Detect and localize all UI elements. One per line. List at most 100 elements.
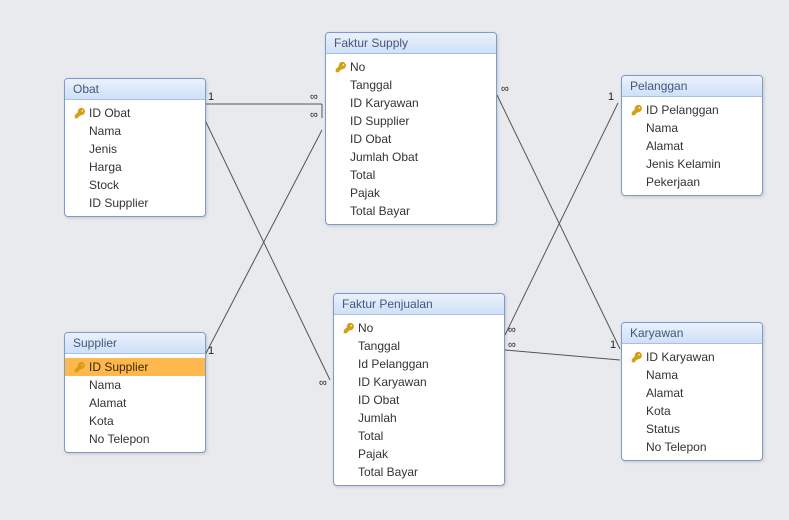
entity-faktur-penjualan[interactable]: Faktur Penjualan NoTanggal Id Pelanggan ID…: [333, 293, 505, 486]
cardinality-many: ∞: [319, 377, 327, 389]
entity-karyawan[interactable]: Karyawan ID KaryawanNamaAlamat KotaStatus…: [621, 322, 763, 461]
entity-field[interactable]: ID Obat: [65, 104, 205, 122]
field-label: Pekerjaan: [646, 174, 700, 190]
entity-field-list: ID Pelanggan Nama AlamatJenis KelaminPeker…: [622, 97, 762, 195]
entity-field[interactable]: Alamat: [622, 384, 762, 402]
entity-field[interactable]: No Telepon: [622, 438, 762, 456]
entity-field[interactable]: ID Supplier: [65, 194, 205, 212]
entity-field[interactable]: Total: [334, 427, 504, 445]
entity-field[interactable]: Id Pelanggan: [334, 355, 504, 373]
entity-field[interactable]: ID Karyawan: [326, 94, 496, 112]
entity-field[interactable]: Pajak: [326, 184, 496, 202]
entity-field-list: ID SupplierNamaAlamat Kota No Telepon: [65, 354, 205, 452]
entity-field[interactable]: Total Bayar: [334, 463, 504, 481]
field-label: Pajak: [350, 185, 380, 201]
entity-field[interactable]: ID Obat: [334, 391, 504, 409]
primary-key-icon: [628, 351, 646, 363]
entity-field[interactable]: Pekerjaan: [622, 173, 762, 191]
cardinality-one: 1: [608, 91, 614, 103]
field-label: Alamat: [646, 138, 683, 154]
entity-field[interactable]: Nama: [622, 366, 762, 384]
cardinality-many: ∞: [310, 91, 318, 103]
entity-supplier[interactable]: Supplier ID SupplierNamaAlamat Kota No Tel…: [64, 332, 206, 453]
entity-pelanggan[interactable]: Pelanggan ID Pelanggan Nama AlamatJenis Ke…: [621, 75, 763, 196]
cardinality-one: 1: [208, 91, 214, 103]
entity-field[interactable]: Harga: [65, 158, 205, 176]
primary-key-icon: [628, 104, 646, 116]
field-label: No: [350, 59, 365, 75]
entity-field[interactable]: ID Karyawan: [622, 348, 762, 366]
entity-field[interactable]: Tanggal: [334, 337, 504, 355]
entity-title[interactable]: Karyawan: [622, 323, 762, 344]
field-label: Pajak: [358, 446, 388, 462]
entity-field[interactable]: Pajak: [334, 445, 504, 463]
entity-field-list: ID Obat Nama JenisHargaStock ID Supplier: [65, 100, 205, 216]
entity-field[interactable]: Jumlah: [334, 409, 504, 427]
field-label: ID Karyawan: [358, 374, 427, 390]
entity-field[interactable]: Nama: [622, 119, 762, 137]
entity-field[interactable]: No: [326, 58, 496, 76]
field-label: Alamat: [646, 385, 683, 401]
entity-field[interactable]: Alamat: [65, 394, 205, 412]
primary-key-icon: [332, 61, 350, 73]
entity-field[interactable]: Stock: [65, 176, 205, 194]
field-label: Nama: [646, 120, 678, 136]
field-label: No Telepon: [89, 431, 150, 447]
entity-obat[interactable]: Obat ID Obat Nama JenisHargaStock ID Suppli…: [64, 78, 206, 217]
primary-key-icon: [71, 361, 89, 373]
field-label: Total Bayar: [358, 464, 418, 480]
field-label: Total Bayar: [350, 203, 410, 219]
entity-field[interactable]: ID Karyawan: [334, 373, 504, 391]
entity-field[interactable]: Tanggal: [326, 76, 496, 94]
field-label: Kota: [89, 413, 114, 429]
field-label: ID Supplier: [89, 195, 148, 211]
field-label: ID Obat: [89, 105, 130, 121]
entity-field[interactable]: Kota: [622, 402, 762, 420]
entity-field[interactable]: ID Supplier: [326, 112, 496, 130]
entity-field[interactable]: Kota: [65, 412, 205, 430]
cardinality-one: 1: [208, 345, 214, 357]
field-label: Nama: [89, 123, 121, 139]
entity-field[interactable]: Total: [326, 166, 496, 184]
entity-title[interactable]: Pelanggan: [622, 76, 762, 97]
entity-field[interactable]: Nama: [65, 376, 205, 394]
field-label: Jenis: [89, 141, 117, 157]
entity-field[interactable]: ID Pelanggan: [622, 101, 762, 119]
entity-field[interactable]: Status: [622, 420, 762, 438]
primary-key-icon: [71, 107, 89, 119]
field-label: Id Pelanggan: [358, 356, 429, 372]
field-label: ID Obat: [358, 392, 399, 408]
entity-field[interactable]: Jenis Kelamin: [622, 155, 762, 173]
field-label: ID Supplier: [89, 359, 148, 375]
field-label: Jumlah: [358, 410, 397, 426]
entity-field-list: No TanggalID KaryawanID SupplierID ObatJu…: [326, 54, 496, 224]
entity-title[interactable]: Supplier: [65, 333, 205, 354]
entity-title[interactable]: Obat: [65, 79, 205, 100]
entity-faktur-supply[interactable]: Faktur Supply No TanggalID KaryawanID Sup…: [325, 32, 497, 225]
entity-field-list: ID KaryawanNamaAlamat KotaStatusNo Telepo…: [622, 344, 762, 460]
field-label: Stock: [89, 177, 119, 193]
entity-field[interactable]: No: [334, 319, 504, 337]
entity-field[interactable]: Alamat: [622, 137, 762, 155]
field-label: Tanggal: [358, 338, 400, 354]
entity-field[interactable]: ID Supplier: [65, 358, 205, 376]
entity-field-list: NoTanggal Id Pelanggan ID Karyawan ID Obat J…: [334, 315, 504, 485]
field-label: Tanggal: [350, 77, 392, 93]
field-label: Kota: [646, 403, 671, 419]
field-label: ID Pelanggan: [646, 102, 719, 118]
entity-title[interactable]: Faktur Supply: [326, 33, 496, 54]
field-label: ID Karyawan: [646, 349, 715, 365]
cardinality-many: ∞: [508, 339, 516, 351]
primary-key-icon: [340, 322, 358, 334]
entity-field[interactable]: ID Obat: [326, 130, 496, 148]
entity-field[interactable]: Nama: [65, 122, 205, 140]
cardinality-one: 1: [610, 339, 616, 351]
entity-field[interactable]: No Telepon: [65, 430, 205, 448]
entity-field[interactable]: Total Bayar: [326, 202, 496, 220]
entity-title[interactable]: Faktur Penjualan: [334, 294, 504, 315]
entity-field[interactable]: Jumlah Obat: [326, 148, 496, 166]
entity-field[interactable]: Jenis: [65, 140, 205, 158]
cardinality-many: ∞: [310, 109, 318, 121]
field-label: ID Supplier: [350, 113, 409, 129]
field-label: Alamat: [89, 395, 126, 411]
